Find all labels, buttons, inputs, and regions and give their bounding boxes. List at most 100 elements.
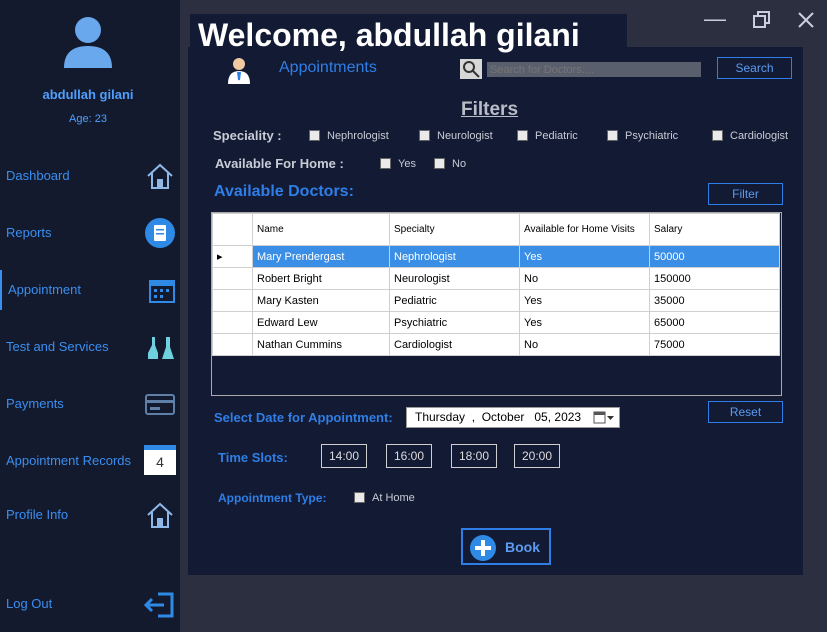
nav-label: Log Out <box>6 596 53 611</box>
home-label: Available For Home : <box>215 156 344 171</box>
nav-reports[interactable]: Reports <box>0 213 180 253</box>
nav-label: Reports <box>6 225 52 240</box>
clipboard-icon <box>145 218 175 248</box>
nav-label: Payments <box>6 396 64 411</box>
user-name: abdullah gilani <box>42 87 134 102</box>
sidebar: abdullah gilani Age: 23 Dashboard Report… <box>0 0 180 632</box>
minimize-icon[interactable]: — <box>704 6 726 32</box>
column-header[interactable]: Available for Home Visits <box>519 213 650 246</box>
table-row[interactable]: Mary Kasten Pediatric Yes 35000 <box>212 289 780 312</box>
psychiatric-checkbox[interactable] <box>607 130 618 141</box>
cell: Neurologist <box>389 267 520 290</box>
speciality-option: Pediatric <box>535 130 578 142</box>
nav-appointment[interactable]: Appointment <box>0 270 182 310</box>
home-no-checkbox[interactable] <box>434 158 445 169</box>
nav-label: Appointment Records <box>6 453 132 468</box>
home-icon <box>147 502 173 528</box>
appointment-type-label: Appointment Type: <box>218 491 327 505</box>
nav-test-services[interactable]: Test and Services <box>0 327 180 367</box>
home-yes-checkbox[interactable] <box>380 158 391 169</box>
nav-payments[interactable]: Payments <box>0 384 180 424</box>
row-selector[interactable] <box>212 267 253 290</box>
neurologist-checkbox[interactable] <box>419 130 430 141</box>
cell: Cardiologist <box>389 333 520 356</box>
card-icon <box>145 394 175 415</box>
nav-label: Dashboard <box>6 168 70 183</box>
cell: 35000 <box>649 289 780 312</box>
cell: 65000 <box>649 311 780 334</box>
row-selector[interactable] <box>212 333 253 356</box>
cell: Psychiatric <box>389 311 520 334</box>
book-label: Book <box>505 539 540 555</box>
row-selector-icon[interactable]: ▸ <box>212 245 253 268</box>
calendar-dropdown-icon[interactable] <box>593 411 615 424</box>
calendar-4-icon: 4 <box>144 445 176 475</box>
search-button[interactable]: Search <box>717 57 792 79</box>
logout-icon <box>144 592 174 618</box>
row-header-corner <box>212 213 253 246</box>
table-row[interactable]: Robert Bright Neurologist No 150000 <box>212 267 780 290</box>
cell: 50000 <box>649 245 780 268</box>
user-avatar-icon <box>64 17 112 68</box>
time-slot-button[interactable]: 14:00 <box>321 444 367 468</box>
nav-profile-info[interactable]: Profile Info <box>0 495 180 535</box>
home-option: Yes <box>398 158 416 170</box>
search-input[interactable] <box>487 62 701 77</box>
speciality-label: Speciality : <box>213 128 282 143</box>
column-header[interactable]: Specialty <box>389 213 520 246</box>
cell: Pediatric <box>389 289 520 312</box>
nav-label: Test and Services <box>6 339 109 354</box>
at-home-checkbox[interactable] <box>354 492 365 503</box>
column-header[interactable]: Name <box>252 213 390 246</box>
nav-appointment-records[interactable]: Appointment Records 4 <box>0 441 180 481</box>
doctors-table[interactable]: Name Specialty Available for Home Visits… <box>211 212 782 396</box>
row-selector[interactable] <box>212 289 253 312</box>
user-age: Age: 23 <box>69 113 107 125</box>
pediatric-checkbox[interactable] <box>517 130 528 141</box>
cell: Mary Kasten <box>252 289 390 312</box>
book-button[interactable]: Book <box>461 528 551 565</box>
column-header[interactable]: Salary <box>649 213 780 246</box>
cell: 150000 <box>649 267 780 290</box>
reset-button[interactable]: Reset <box>708 401 783 423</box>
date-picker[interactable]: Thursday , October 05, 2023 <box>406 407 620 428</box>
table-header-row: Name Specialty Available for Home Visits… <box>212 213 780 246</box>
doctor-icon <box>228 58 250 84</box>
time-slots-label: Time Slots: <box>218 450 288 465</box>
cardiologist-checkbox[interactable] <box>712 130 723 141</box>
at-home-label: At Home <box>372 492 415 504</box>
table-row[interactable]: Edward Lew Psychiatric Yes 65000 <box>212 311 780 334</box>
time-slot-button[interactable]: 20:00 <box>514 444 560 468</box>
plus-circle-icon <box>470 535 496 561</box>
cell: 75000 <box>649 333 780 356</box>
time-slot-button[interactable]: 16:00 <box>386 444 432 468</box>
date-label: Select Date for Appointment: <box>214 410 393 425</box>
cell: Nathan Cummins <box>252 333 390 356</box>
cell: Mary Prendergast <box>252 245 390 268</box>
speciality-option: Cardiologist <box>730 130 789 142</box>
nav-logout[interactable]: Log Out <box>0 584 180 624</box>
speciality-option: Psychiatric <box>625 130 679 142</box>
row-selector[interactable] <box>212 311 253 334</box>
nav-label: Profile Info <box>6 507 69 522</box>
welcome-banner: Welcome, abdullah gilani <box>190 14 627 56</box>
date-value: Thursday , October 05, 2023 <box>415 410 582 424</box>
filters-title: Filters <box>461 99 519 120</box>
lab-flask-icon <box>148 337 174 359</box>
cell: Yes <box>519 289 650 312</box>
filter-button[interactable]: Filter <box>708 183 783 205</box>
close-icon[interactable] <box>797 11 815 29</box>
table-row[interactable]: ▸ Mary Prendergast Nephrologist Yes 5000… <box>212 245 780 268</box>
nav-dashboard[interactable]: Dashboard <box>0 156 180 196</box>
speciality-option: Nephrologist <box>327 130 389 142</box>
nephrologist-checkbox[interactable] <box>309 130 320 141</box>
time-slot-button[interactable]: 18:00 <box>451 444 497 468</box>
table-row[interactable]: Nathan Cummins Cardiologist No 75000 <box>212 333 780 356</box>
page-title: Appointments <box>279 59 377 76</box>
search-icon <box>460 59 482 79</box>
calendar-icon <box>149 280 175 303</box>
cell: Yes <box>519 245 650 268</box>
available-doctors-title: Available Doctors: <box>214 183 354 200</box>
cell: No <box>519 267 650 290</box>
restore-icon[interactable] <box>752 10 772 30</box>
